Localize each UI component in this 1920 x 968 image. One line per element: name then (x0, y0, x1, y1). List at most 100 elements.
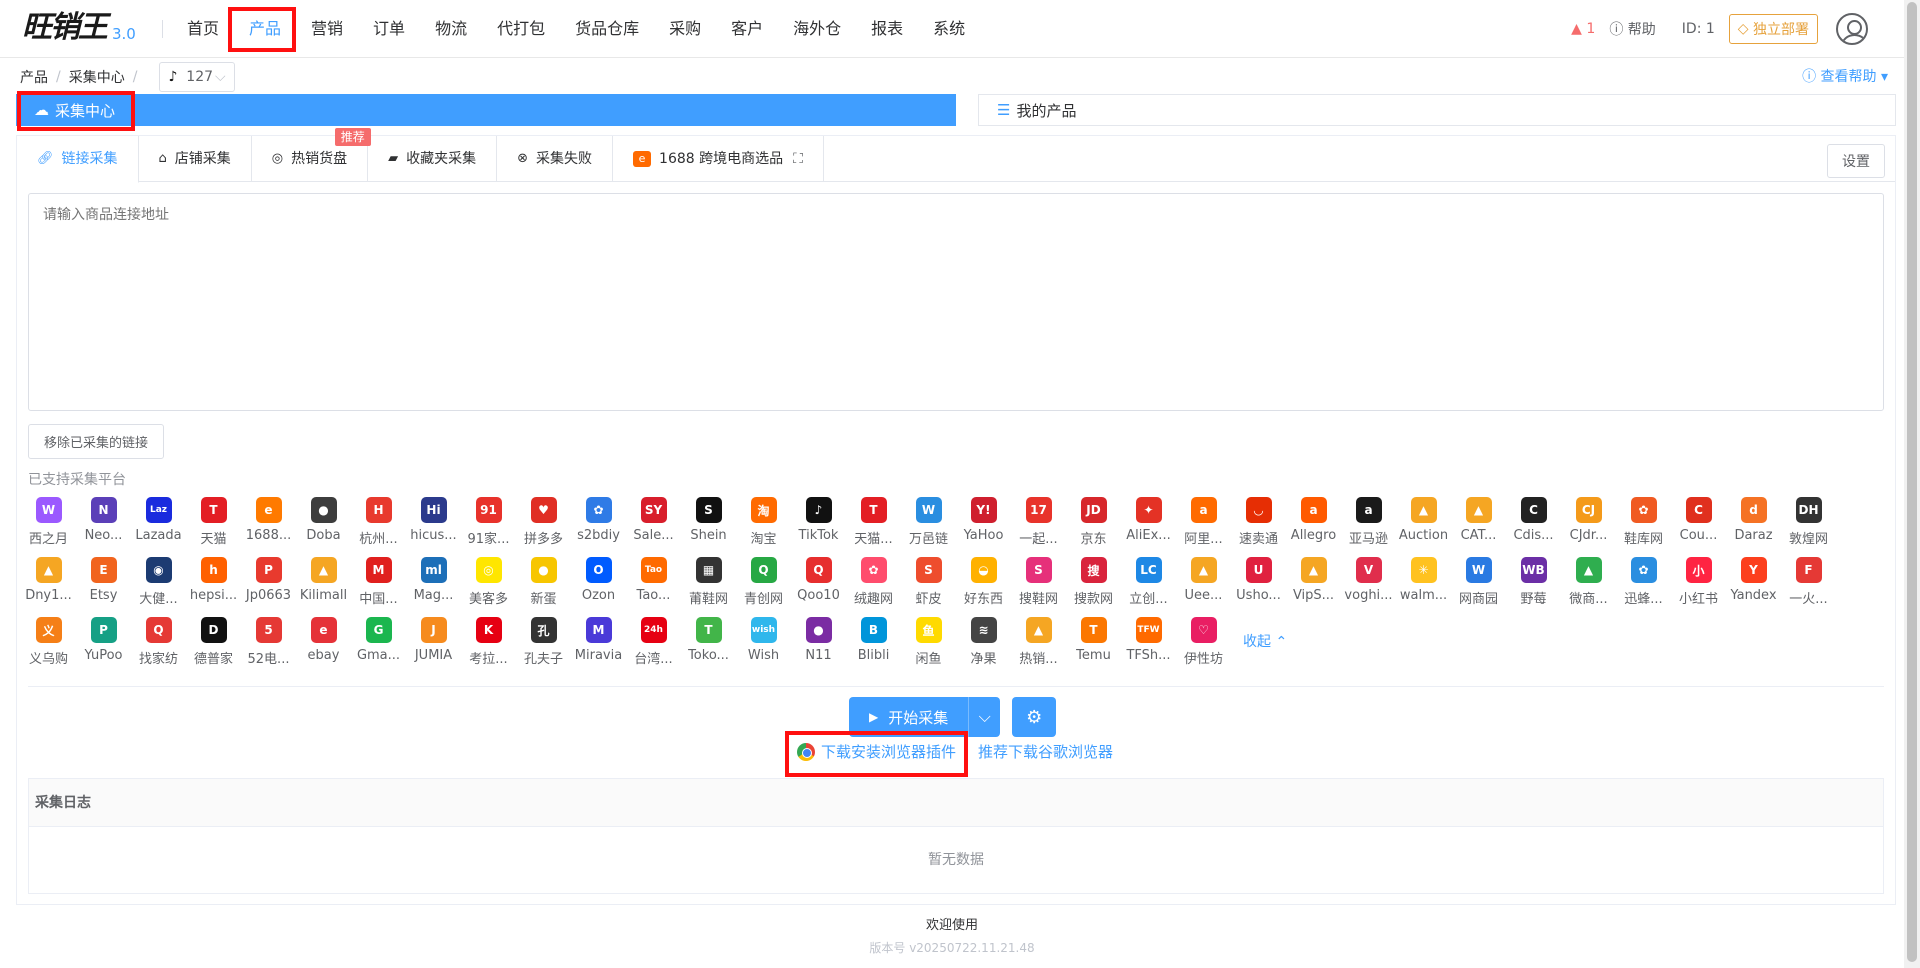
platform-item[interactable]: M 中国... (351, 551, 406, 611)
nav-item[interactable]: 首页 (172, 0, 234, 58)
nav-item[interactable]: 物流 (420, 0, 482, 58)
platform-item[interactable]: ▲ Kilimall (296, 551, 351, 611)
breadcrumb-product[interactable]: 产品 (20, 67, 48, 87)
step-my-products[interactable]: ☰ 我的产品 (978, 94, 1896, 126)
platform-item[interactable]: ✿ 迅蜂... (1616, 551, 1671, 611)
nav-item[interactable]: 订单 (358, 0, 420, 58)
platform-item[interactable]: Q 青创网 (736, 551, 791, 611)
tab-item[interactable]: ▰ 收藏夹采集 (368, 136, 498, 182)
platform-item[interactable]: ♥ 拼多多 (516, 491, 571, 551)
warning-indicator[interactable]: ▲ 1 (1571, 21, 1595, 37)
platform-item[interactable]: P YuPoo (76, 611, 131, 671)
recommend-chrome-link[interactable]: 推荐下载谷歌浏览器 (978, 741, 1113, 762)
page-scrollbar[interactable] (1904, 0, 1920, 968)
platform-item[interactable]: ▲ Dny1... (21, 551, 76, 611)
platform-item[interactable]: WB 野莓 (1506, 551, 1561, 611)
nav-item[interactable]: 代打包 (482, 0, 560, 58)
platform-item[interactable]: ◡ 速卖通 (1231, 491, 1286, 551)
platform-item[interactable]: G Gma... (351, 611, 406, 671)
platform-item[interactable]: ▲ 微商... (1561, 551, 1616, 611)
platform-item[interactable]: T Toko... (681, 611, 736, 671)
platform-item[interactable]: ▲ Auction (1396, 491, 1451, 551)
collapse-platforms-button[interactable]: 收起 ⌃ (1243, 631, 1287, 651)
platform-item[interactable]: Y! YaHoo (956, 491, 1011, 551)
platform-item[interactable]: S 虾皮 (901, 551, 956, 611)
platform-item[interactable]: U Usho... (1231, 551, 1286, 611)
platform-item[interactable]: Q Qoo10 (791, 551, 846, 611)
platform-item[interactable]: C Cdis... (1506, 491, 1561, 551)
platform-item[interactable]: 义义乌购 (21, 611, 76, 671)
platform-item[interactable]: K 考拉... (461, 611, 516, 671)
platform-item[interactable]: C Cou... (1671, 491, 1726, 551)
platform-item[interactable]: ● N11 (791, 611, 846, 671)
nav-item[interactable]: 采购 (654, 0, 716, 58)
platform-item[interactable]: ◒ 好东西 (956, 551, 1011, 611)
nav-item[interactable]: 产品 (234, 0, 296, 58)
platform-item[interactable]: a Allegro (1286, 491, 1341, 551)
platform-item[interactable]: Laz Lazada (131, 491, 186, 551)
platform-item[interactable]: B Blibli (846, 611, 901, 671)
platform-item[interactable]: T 天猫... (846, 491, 901, 551)
help-button[interactable]: ⓘ 帮助 (1609, 19, 1655, 39)
platform-item[interactable]: J JUMIA (406, 611, 461, 671)
tab-item[interactable]: 🔗︎ 链接采集 (17, 136, 139, 183)
platform-item[interactable]: P Jp0663 (241, 551, 296, 611)
platform-item[interactable]: ▦ 莆鞋网 (681, 551, 736, 611)
platform-item[interactable]: LC 立创... (1121, 551, 1176, 611)
platform-item[interactable]: F 一火... (1781, 551, 1836, 611)
platform-item[interactable]: 17 一起... (1011, 491, 1066, 551)
tab-item[interactable]: ⌂ 店铺采集 (139, 136, 252, 182)
platform-item[interactable]: Q 找家纺 (131, 611, 186, 671)
platform-item[interactable]: 孔孔夫子 (516, 611, 571, 671)
platform-item[interactable]: TFW TFSh... (1121, 611, 1176, 671)
platform-item[interactable]: ✿ s2bdiy (571, 491, 626, 551)
platform-item[interactable]: ▲ VipS... (1286, 551, 1341, 611)
platform-item[interactable]: 小小红书 (1671, 551, 1726, 611)
nav-item[interactable]: 客户 (716, 0, 778, 58)
platform-item[interactable]: ▲ Uee... (1176, 551, 1231, 611)
platform-item[interactable]: d Daraz (1726, 491, 1781, 551)
platform-item[interactable]: ml Mag... (406, 551, 461, 611)
platform-item[interactable]: e ebay (296, 611, 351, 671)
platform-item[interactable]: M Miravia (571, 611, 626, 671)
start-collect-button[interactable]: ▶ 开始采集 (849, 697, 969, 737)
platform-item[interactable]: e 1688... (241, 491, 296, 551)
scrollbar-thumb[interactable] (1907, 2, 1917, 962)
platform-item[interactable]: ◉ 大健... (131, 551, 186, 611)
platform-item[interactable]: D 德普家 (186, 611, 241, 671)
collect-settings-button[interactable]: ⚙ (1012, 697, 1057, 737)
nav-item[interactable]: 报表 (856, 0, 918, 58)
start-collect-dropdown[interactable]: ⌵ (968, 697, 1001, 737)
deploy-button[interactable]: ◇ 独立部署 (1728, 14, 1818, 44)
platform-item[interactable]: ✦ AliEx... (1121, 491, 1176, 551)
platform-item[interactable]: Hi hicus... (406, 491, 461, 551)
platform-item[interactable]: S 搜鞋网 (1011, 551, 1066, 611)
platform-item[interactable]: W 西之月 (21, 491, 76, 551)
platform-item[interactable]: 24h 台湾... (626, 611, 681, 671)
platform-item[interactable]: ◎ 美客多 (461, 551, 516, 611)
step-collect-center[interactable]: ☁ 采集中心 (16, 94, 956, 126)
platform-item[interactable]: W 万邑链 (901, 491, 956, 551)
platform-item[interactable]: T 天猫 (186, 491, 241, 551)
platform-item[interactable]: DH 敦煌网 (1781, 491, 1836, 551)
platform-item[interactable]: wish Wish (736, 611, 791, 671)
view-help-link[interactable]: ⓘ 查看帮助 ▾ (1802, 66, 1888, 86)
platform-item[interactable]: ♪ TikTok (791, 491, 846, 551)
platform-item[interactable]: ✿ 绒趣网 (846, 551, 901, 611)
platform-item[interactable]: ● Doba (296, 491, 351, 551)
platform-item[interactable]: E Etsy (76, 551, 131, 611)
fullscreen-icon[interactable]: ⛶ (793, 136, 803, 182)
download-plugin-link[interactable]: 下载安装浏览器插件 (821, 741, 956, 762)
platform-item[interactable]: W 网商园 (1451, 551, 1506, 611)
platform-item[interactable]: Tao Tao... (626, 551, 681, 611)
settings-button[interactable]: 设置 (1827, 144, 1885, 178)
avatar[interactable] (1836, 13, 1868, 45)
platform-item[interactable]: 搜搜款网 (1066, 551, 1121, 611)
platform-item[interactable]: Vvoghi... (1341, 551, 1396, 611)
platform-item[interactable]: h hepsi... (186, 551, 241, 611)
platform-item[interactable]: ▲ CAT... (1451, 491, 1506, 551)
platform-item[interactable]: ▲ 热销... (1011, 611, 1066, 671)
nav-item[interactable]: 海外仓 (778, 0, 856, 58)
platform-item[interactable]: JD 京东 (1066, 491, 1121, 551)
platform-item[interactable]: CJ CJdr... (1561, 491, 1616, 551)
